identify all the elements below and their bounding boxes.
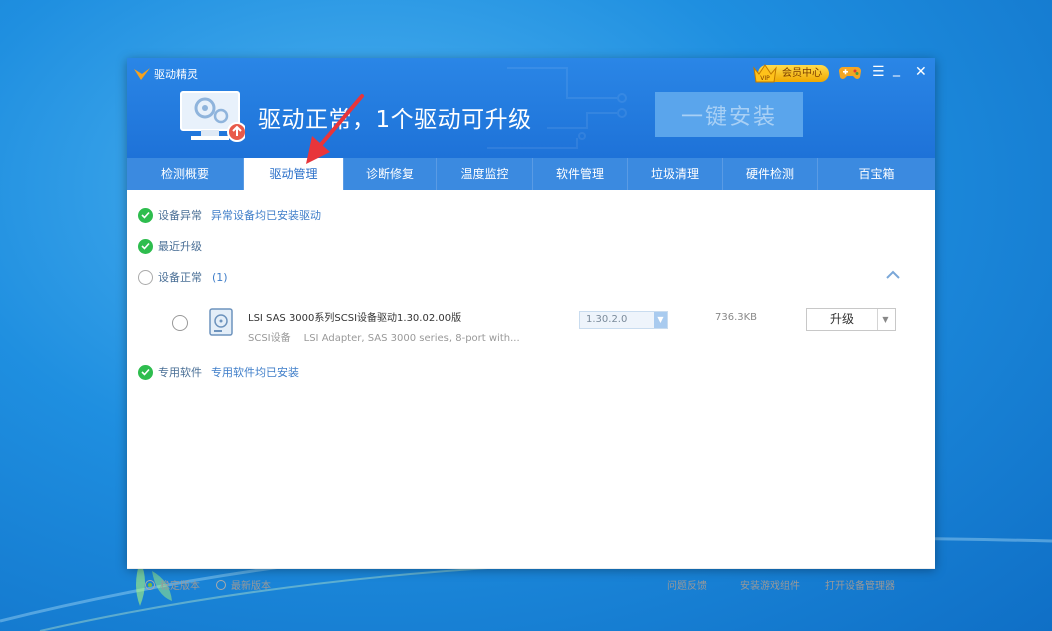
feedback-link[interactable]: 问题反馈 [667, 577, 707, 592]
section-normal-select-radio[interactable] [138, 269, 153, 285]
brand-name: 驱动精灵 [154, 68, 198, 81]
section-recent: 最近升级 [138, 238, 202, 254]
brand-logo: 驱动精灵 [133, 66, 198, 82]
close-button[interactable]: ✕ [915, 64, 927, 80]
driver-category: SCSI设备 [248, 333, 291, 344]
stable-version-option[interactable]: 稳定版本 [145, 577, 200, 592]
footer-bar: 稳定版本 最新版本 问题反馈 安装游戏组件 打开设备管理器 [127, 568, 935, 598]
check-icon [138, 238, 153, 254]
monitor-gear-icon [180, 91, 245, 142]
stable-version-radio[interactable] [145, 579, 155, 590]
check-icon [138, 207, 153, 223]
check-icon [138, 364, 153, 380]
annotation-arrow [306, 94, 364, 164]
driver-genius-window: 驱动精灵 驱动正常，1个驱动可升级 一键安装 VIP 会员中心 ☰ _ ✕ 检测… [127, 58, 935, 592]
section-normal-label: 设备正常 [158, 271, 202, 284]
driver-description-line: SCSI设备 LSI Adapter, SAS 3000 series, 8-po… [248, 329, 538, 344]
header-banner: 驱动精灵 驱动正常，1个驱动可升级 一键安装 VIP 会员中心 ☰ _ ✕ [127, 58, 935, 158]
version-select[interactable]: 1.30.2.0 ▼ [579, 311, 668, 329]
section-recent-label: 最近升级 [158, 240, 202, 253]
chevron-down-icon: ▼ [654, 312, 667, 328]
logo-icon [134, 68, 150, 80]
driver-description: LSI Adapter, SAS 3000 series, 8-port wit… [303, 333, 520, 344]
crown-icon: VIP [753, 64, 777, 83]
section-abnormal: 设备异常 异常设备均已安装驱动 [138, 207, 321, 223]
driver-select-radio[interactable] [172, 315, 188, 331]
driver-list-panel: 设备异常 异常设备均已安装驱动 最近升级 设备正常 (1) LSI SAS 30… [127, 190, 935, 568]
latest-version-radio[interactable] [216, 579, 226, 590]
vip-center-button[interactable]: VIP 会员中心 [752, 62, 829, 84]
tab-software-management[interactable]: 软件管理 [533, 158, 628, 190]
main-tabs: 检测概要 驱动管理 诊断修复 温度监控 软件管理 垃圾清理 硬件检测 百宝箱 [127, 158, 935, 190]
hard-disk-icon [209, 308, 233, 336]
section-abnormal-label: 设备异常 [158, 209, 202, 222]
section-software-label: 专用软件 [158, 366, 202, 379]
one-click-install-button[interactable]: 一键安装 [655, 92, 803, 137]
menu-icon[interactable]: ☰ [872, 64, 885, 80]
chevron-up-icon[interactable] [885, 270, 901, 280]
tab-overview[interactable]: 检测概要 [127, 158, 244, 190]
section-software-note: 专用软件均已安装 [211, 366, 299, 379]
section-software: 专用软件 专用软件均已安装 [138, 364, 299, 380]
upgrade-split-button: 升级 ▼ [806, 308, 896, 331]
tab-toolbox[interactable]: 百宝箱 [818, 158, 935, 190]
upgrade-dropdown-icon[interactable]: ▼ [876, 309, 895, 330]
section-normal[interactable]: 设备正常 (1) [138, 269, 228, 285]
tab-junk-cleanup[interactable]: 垃圾清理 [628, 158, 723, 190]
tab-hardware-detection[interactable]: 硬件检测 [723, 158, 818, 190]
latest-version-option[interactable]: 最新版本 [216, 577, 271, 592]
stable-version-label: 稳定版本 [160, 581, 200, 592]
driver-size: 736.3KB [715, 312, 758, 323]
install-game-components-link[interactable]: 安装游戏组件 [740, 577, 800, 592]
minimize-button[interactable]: _ [893, 61, 900, 77]
section-abnormal-note: 异常设备均已安装驱动 [211, 209, 321, 222]
svg-text:VIP: VIP [760, 75, 770, 82]
tab-temperature-monitor[interactable]: 温度监控 [437, 158, 533, 190]
open-device-manager-link[interactable]: 打开设备管理器 [825, 577, 895, 592]
section-normal-count: (1) [212, 270, 228, 284]
upgrade-button[interactable]: 升级 [807, 309, 878, 330]
latest-version-label: 最新版本 [231, 581, 271, 592]
driver-name: LSI SAS 3000系列SCSI设备驱动1.30.02.00版 [248, 313, 462, 324]
gamepad-icon[interactable] [839, 63, 861, 81]
version-value: 1.30.2.0 [586, 314, 628, 325]
